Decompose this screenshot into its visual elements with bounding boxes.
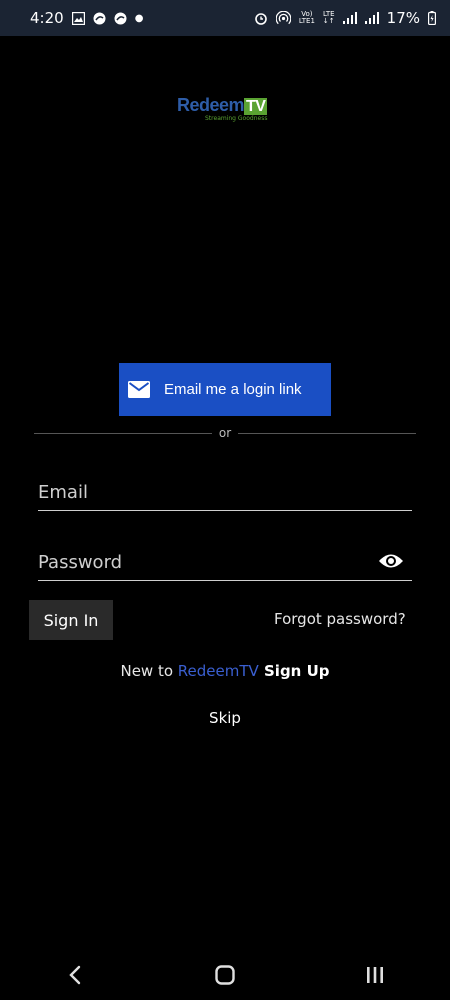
email-input[interactable] <box>38 474 412 510</box>
gallery-icon <box>71 11 85 25</box>
notification-dot-icon: ● <box>134 12 144 24</box>
lte-indicator: LTE ↓↑ <box>322 10 335 25</box>
divider-or-text: or <box>218 426 232 440</box>
alarm-icon <box>255 13 267 25</box>
email-login-link-label: Email me a login link <box>164 381 302 398</box>
signal-icon <box>364 12 379 24</box>
sign-in-button[interactable]: Sign In <box>29 600 113 640</box>
recents-icon <box>367 967 383 983</box>
battery-charging-icon <box>428 11 436 25</box>
back-chevron-icon <box>69 965 81 985</box>
divider-line-left <box>34 433 212 434</box>
password-field-container <box>38 544 412 581</box>
signup-brand-text: RedeemTV <box>177 662 259 680</box>
hotspot-icon <box>275 10 291 24</box>
logo-text-redeem: Redeem <box>177 95 245 115</box>
forgot-password-link[interactable]: Forgot password? <box>274 610 406 628</box>
app-notification-icon <box>114 12 127 24</box>
status-bar: 4:20 ● Vo) LTE1 LTE ↓↑ 17% <box>0 0 450 36</box>
battery-percent: 17% <box>386 9 420 27</box>
skip-link[interactable]: Skip <box>0 709 450 727</box>
logo-tagline: Streaming Goodness <box>205 115 268 122</box>
status-bar-right: Vo) LTE1 LTE ↓↑ 17% <box>254 9 436 27</box>
volte-indicator: Vo) LTE1 <box>298 10 315 25</box>
signal-icon <box>342 12 357 24</box>
logo-text-tv: TV <box>244 98 268 115</box>
sign-up-link[interactable]: Sign Up <box>259 662 330 680</box>
home-icon <box>215 965 235 985</box>
signup-prefix-text: New to <box>120 662 178 680</box>
app-notification-icon <box>93 12 106 24</box>
password-input[interactable] <box>38 544 412 580</box>
redeemtv-logo: Redeem TV Streaming Goodness <box>177 95 277 125</box>
nav-back-button[interactable] <box>55 955 95 995</box>
status-bar-left: 4:20 ● <box>30 9 143 27</box>
nav-home-button[interactable] <box>205 955 245 995</box>
nav-recents-button[interactable] <box>355 955 395 995</box>
mail-icon <box>128 381 150 398</box>
status-time: 4:20 <box>30 9 64 27</box>
system-nav-bar <box>0 950 450 1000</box>
email-login-link-button[interactable]: Email me a login link <box>119 363 331 416</box>
signup-row: New to RedeemTV Sign Up <box>0 662 450 680</box>
eye-icon[interactable] <box>378 552 404 570</box>
divider-line-right <box>238 433 416 434</box>
email-field-container <box>38 474 412 511</box>
